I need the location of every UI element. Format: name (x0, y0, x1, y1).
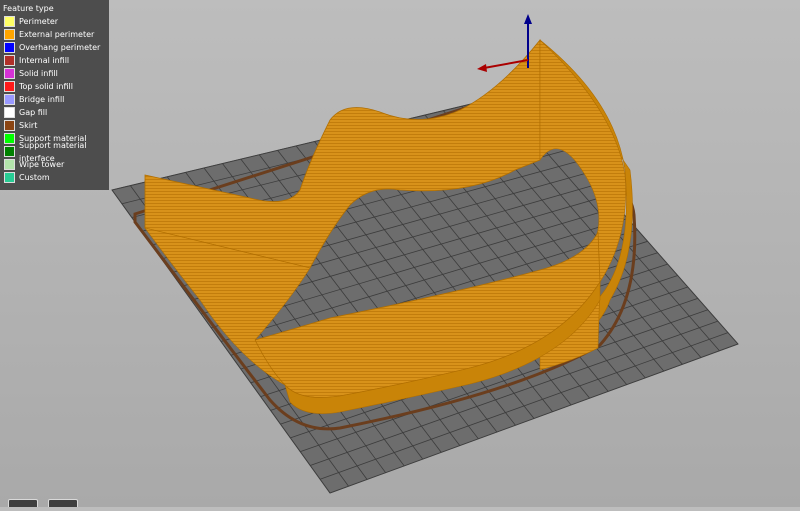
legend-item: Gap fill (0, 106, 109, 119)
legend-label: Skirt (19, 121, 38, 130)
legend-label: Overhang perimeter (19, 43, 101, 52)
legend-swatch (4, 42, 15, 53)
legend-item: Internal infill (0, 54, 109, 67)
legend-title: Feature type (3, 4, 54, 13)
legend-item: External perimeter (0, 28, 109, 41)
legend-swatch (4, 107, 15, 118)
legend-swatch (4, 120, 15, 131)
legend-item: Solid infill (0, 67, 109, 80)
legend-item: Overhang perimeter (0, 41, 109, 54)
legend-swatch (4, 55, 15, 66)
legend-label: Perimeter (19, 17, 59, 26)
z-axis-arrow-icon (524, 14, 532, 24)
legend-swatch (4, 94, 15, 105)
legend-label: Gap fill (19, 108, 48, 117)
legend-swatch (4, 133, 15, 144)
legend-swatch (4, 159, 15, 170)
legend-item: Perimeter (0, 15, 109, 28)
legend-label: Solid infill (19, 69, 58, 78)
legend-swatch (4, 29, 15, 40)
legend-label: External perimeter (19, 30, 95, 39)
legend-item: Bridge infill (0, 93, 109, 106)
legend-label: Bridge infill (19, 95, 65, 104)
feature-type-legend: Feature type Perimeter External perimeter… (0, 0, 109, 190)
legend-item: Custom (0, 171, 109, 184)
legend-label: Wipe tower (19, 160, 65, 169)
legend-swatch (4, 172, 15, 183)
view-button-preview[interactable] (48, 499, 78, 507)
legend-swatch (4, 81, 15, 92)
legend-swatch (4, 146, 15, 157)
legend-label: Custom (19, 173, 50, 182)
legend-item: Top solid infill (0, 80, 109, 93)
legend-label: Internal infill (19, 56, 70, 65)
legend-item: Support material interface (0, 141, 109, 163)
preview-canvas[interactable] (0, 0, 800, 507)
legend-swatch (4, 16, 15, 27)
legend-swatch (4, 68, 15, 79)
legend-item: Skirt (0, 119, 109, 132)
3d-preview-viewport[interactable] (0, 0, 800, 507)
legend-label: Top solid infill (19, 82, 73, 91)
x-axis-arrow-icon (477, 64, 487, 72)
view-button-3d[interactable] (8, 499, 38, 507)
